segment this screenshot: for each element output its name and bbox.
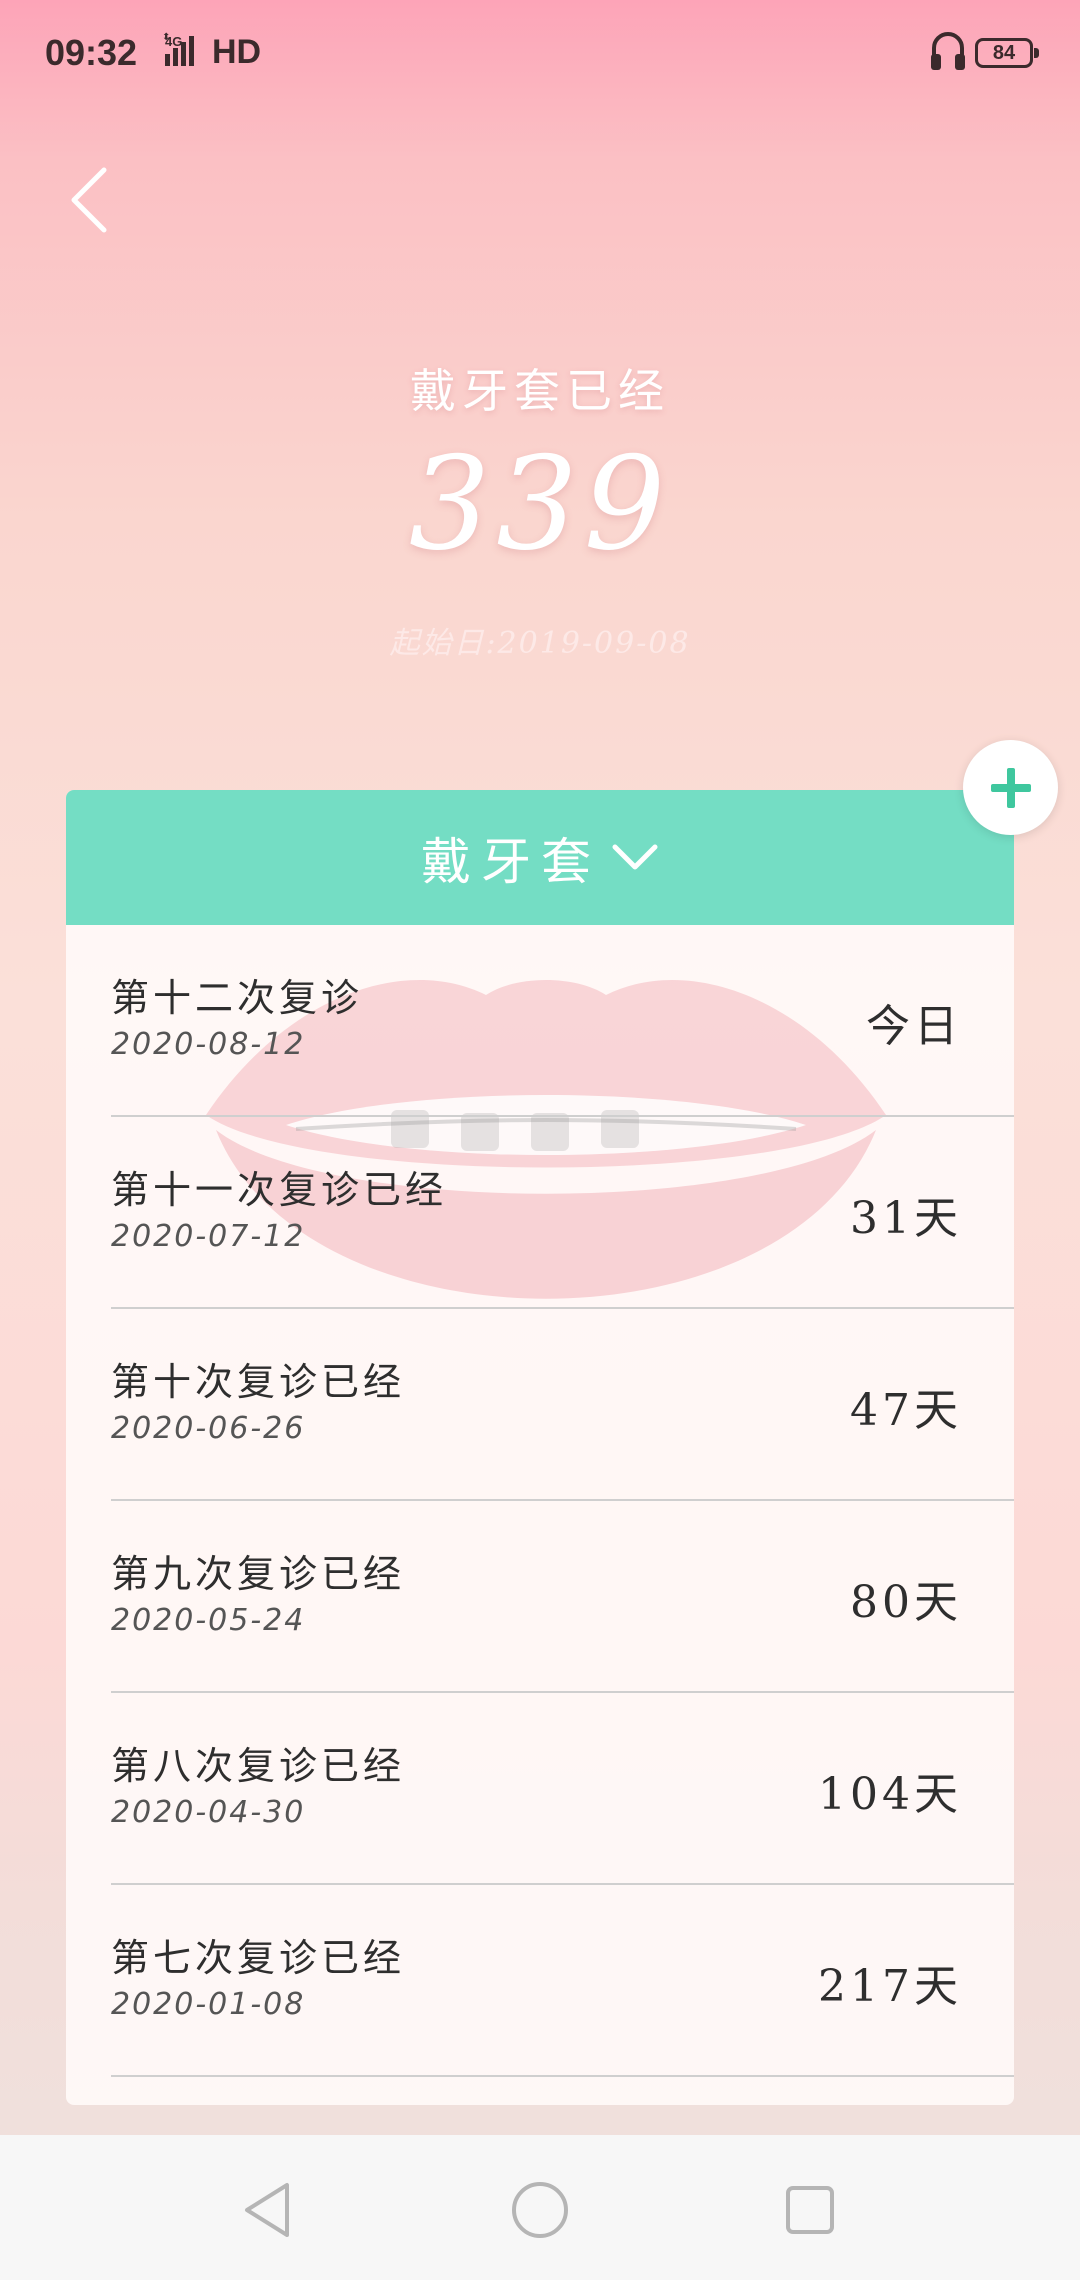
days-counter: 339: [408, 430, 672, 579]
list-item[interactable]: 第八次复诊已经 2020-04-30 104天: [111, 1693, 1014, 1885]
battery-level: 84: [992, 41, 1016, 64]
item-title: 第十次复诊已经: [111, 1360, 406, 1404]
status-time: 09:32: [45, 32, 138, 73]
list-item[interactable]: 第十次复诊已经 2020-06-26 47天: [111, 1309, 1014, 1501]
item-count: 80天: [850, 1577, 962, 1628]
headphone-icon: [931, 32, 965, 70]
item-count: 104天: [818, 1769, 962, 1820]
list-item[interactable]: 第七次复诊已经 2020-01-08 217天: [111, 1885, 1014, 2077]
visit-list: 第十二次复诊 2020-08-12 今日 第十一次复诊已经 2020-07-12…: [66, 925, 1014, 2077]
category-title: 戴牙套: [421, 832, 601, 891]
hero-caption: 戴牙套已经: [410, 364, 670, 418]
home-circle-icon[interactable]: [505, 2175, 575, 2245]
item-date: 2020-06-26: [111, 1411, 306, 1446]
chevron-down-icon: [612, 844, 658, 869]
item-count: 47天: [850, 1385, 962, 1436]
network-type: 4G: [165, 34, 182, 49]
battery-icon: 84: [975, 38, 1039, 68]
item-title: 第十二次复诊: [111, 976, 364, 1020]
list-item[interactable]: 第十二次复诊 2020-08-12 今日: [111, 925, 1014, 1117]
list-item[interactable]: 第十一次复诊已经 2020-07-12 31天: [111, 1117, 1014, 1309]
recents-square-icon[interactable]: [775, 2175, 845, 2245]
item-count: 31天: [850, 1193, 962, 1244]
status-bar: 09:32 ⬍ 4G HD 84: [0, 0, 1080, 110]
plus-icon: [990, 767, 1031, 808]
chevron-left-icon: [71, 167, 107, 233]
back-button[interactable]: [60, 160, 120, 240]
item-date: 2020-07-12: [111, 1219, 306, 1254]
item-date: 2020-04-30: [111, 1795, 306, 1830]
item-title: 第九次复诊已经: [111, 1552, 406, 1596]
system-nav-bar: [0, 2135, 1080, 2280]
back-triangle-icon[interactable]: [235, 2175, 305, 2245]
records-card: 戴牙套 第十二次复诊 2020-08-12 今日 第十一次复诊已经 2020-0…: [66, 790, 1014, 2105]
hd-label: HD: [212, 33, 262, 71]
item-date: 2020-05-24: [111, 1603, 306, 1638]
item-title: 第八次复诊已经: [111, 1744, 406, 1788]
item-count: 217天: [818, 1961, 962, 2012]
item-title: 第七次复诊已经: [111, 1936, 406, 1980]
item-count: 今日: [866, 1001, 962, 1052]
list-item[interactable]: 第九次复诊已经 2020-05-24 80天: [111, 1501, 1014, 1693]
item-date: 2020-01-08: [111, 1987, 306, 2022]
start-date: 起始日:2019-09-08: [389, 626, 691, 661]
item-date: 2020-08-12: [111, 1027, 306, 1062]
add-record-button[interactable]: [963, 740, 1058, 835]
item-title: 第十一次复诊已经: [111, 1168, 448, 1212]
category-dropdown[interactable]: 戴牙套: [66, 790, 1014, 925]
